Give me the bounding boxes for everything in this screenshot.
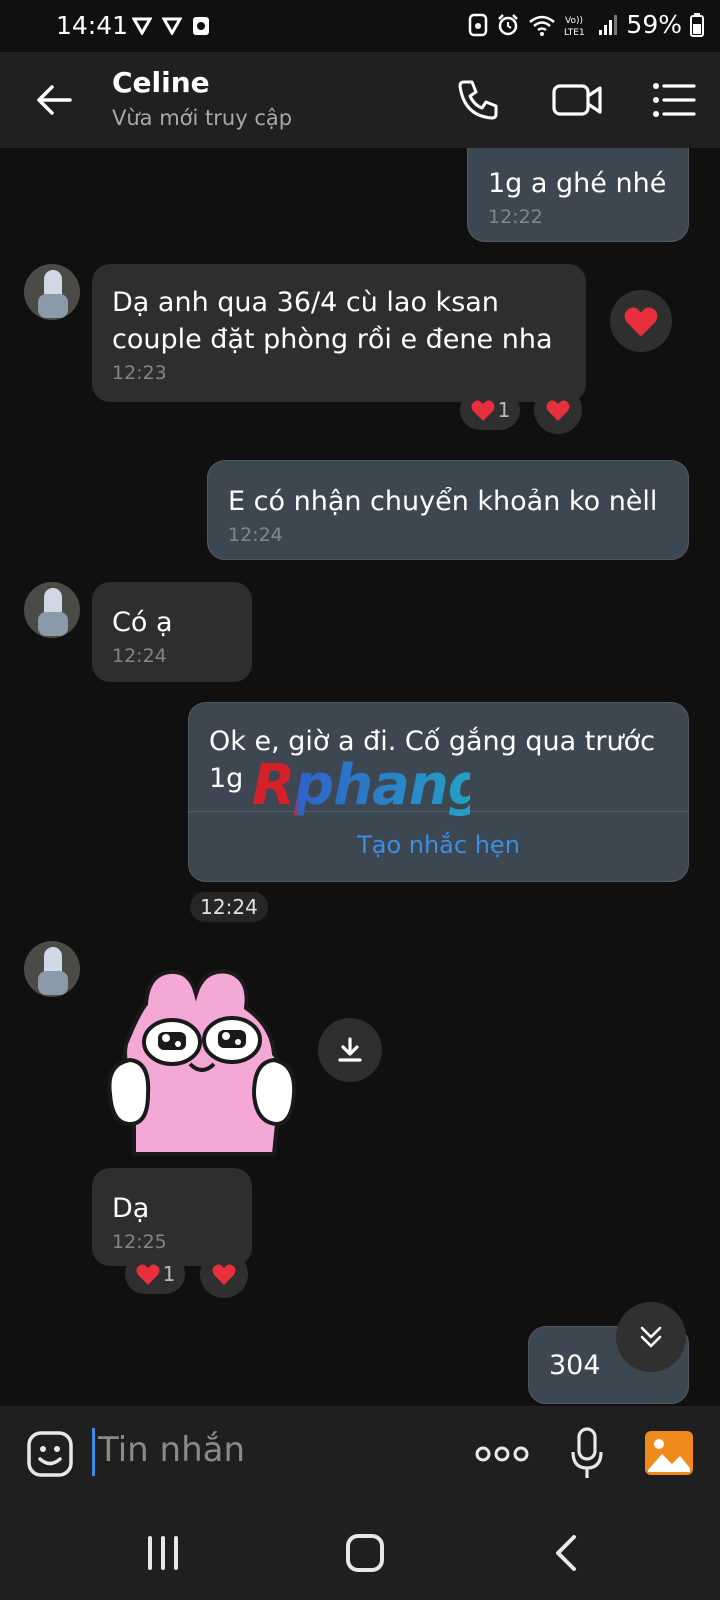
text-cursor: [92, 1428, 95, 1476]
create-reminder-link[interactable]: Tạo nhắc hẹn: [189, 831, 688, 859]
double-chevron-down-icon: [640, 1326, 662, 1348]
react-heart-button[interactable]: [534, 386, 582, 434]
notification-app-icon: [193, 17, 209, 35]
wifi-icon: [529, 15, 556, 36]
message-bubble-in[interactable]: Có ạ 12:24: [92, 582, 252, 682]
message-input-bar: Tin nhắn: [0, 1406, 720, 1504]
notification-icons: [132, 16, 210, 36]
phone-icon[interactable]: [452, 74, 504, 126]
heart-icon: [136, 1264, 160, 1285]
message-time: 12:23: [112, 362, 167, 384]
reaction-summary[interactable]: 1: [460, 390, 520, 430]
heart-icon: [212, 1264, 236, 1285]
battery-icon: [690, 12, 704, 37]
video-call-icon[interactable]: [550, 74, 606, 126]
microphone-icon[interactable]: [570, 1426, 604, 1480]
message-time: 12:25: [112, 1231, 167, 1253]
status-right: Vo)) LTE1 59%: [468, 10, 704, 39]
status-bar: 14:41 Vo)) LTE1 59%: [0, 0, 720, 52]
alarm-icon: [498, 13, 519, 35]
message-text: couple đặt phòng rồi e đene nha: [112, 324, 553, 355]
contact-avatar[interactable]: [24, 264, 80, 320]
pink-bunny-sticker[interactable]: [104, 964, 300, 1156]
heart-icon: [471, 400, 495, 421]
reaction-count: 1: [497, 398, 511, 422]
contact-status-text: Vừa mới truy cập: [112, 106, 293, 130]
svg-text:LTE1: LTE1: [564, 28, 585, 37]
message-bubble-out[interactable]: E có nhận chuyển khoản ko nèll 12:24: [207, 460, 689, 560]
watermark-logo: Rphang: [252, 753, 488, 818]
message-time: 12:24: [228, 524, 283, 546]
emoji-sticker-icon[interactable]: [26, 1430, 74, 1478]
message-text: Có ạ: [112, 607, 173, 638]
system-navigation-bar: [0, 1504, 720, 1600]
menu-list-icon[interactable]: [648, 74, 700, 126]
home-icon[interactable]: [340, 1528, 390, 1578]
heart-icon: [546, 400, 570, 421]
message-time: 12:24: [112, 645, 167, 667]
battery-percent: 59%: [626, 10, 682, 39]
reaction-count: 1: [162, 1262, 176, 1286]
contact-avatar[interactable]: [24, 941, 80, 997]
watermark: Rphang: [250, 753, 488, 833]
message-text: E có nhận chuyển khoản ko nèll: [228, 486, 658, 517]
message-text: Dạ anh qua 36/4 cù lao ksan: [112, 287, 499, 318]
message-text: 1g a ghé nhé: [488, 168, 667, 199]
scroll-to-bottom-button[interactable]: [616, 1302, 686, 1372]
message-bubble-in[interactable]: Dạ anh qua 36/4 cù lao ksan couple đặt p…: [92, 264, 586, 402]
svg-text:Rphang: Rphang: [252, 756, 470, 818]
notification-triangle-icon: [132, 17, 152, 35]
download-sticker-button[interactable]: [318, 1018, 382, 1082]
back-arrow-icon[interactable]: [30, 76, 78, 124]
svg-text:Vo)): Vo)): [565, 16, 583, 26]
message-text: Dạ: [112, 1193, 150, 1224]
image-gallery-icon[interactable]: [644, 1430, 694, 1476]
reaction-summary[interactable]: 1: [125, 1254, 185, 1294]
back-nav-icon[interactable]: [542, 1528, 592, 1578]
contact-avatar[interactable]: [24, 582, 80, 638]
message-time: 12:22: [488, 206, 543, 228]
recent-apps-icon[interactable]: [138, 1528, 188, 1578]
recycle-icon: [469, 13, 488, 36]
more-options-icon[interactable]: [474, 1440, 530, 1468]
download-icon: [338, 1037, 362, 1062]
status-time: 14:41: [56, 11, 129, 40]
notification-triangle-icon: [162, 17, 182, 35]
signal-icon: [599, 14, 618, 35]
message-bubble-out[interactable]: 1g a ghé nhé 12:22: [467, 130, 689, 242]
message-text: Ok e, giờ a đi. Cố gắng qua trước: [209, 726, 655, 757]
heart-icon: [624, 307, 658, 337]
react-heart-button[interactable]: [610, 290, 672, 352]
volte-icon: Vo)) LTE1: [564, 16, 585, 37]
message-input[interactable]: Tin nhắn: [98, 1430, 245, 1470]
react-heart-button[interactable]: [200, 1250, 248, 1298]
message-time-chip: 12:24: [190, 892, 268, 922]
contact-name-title[interactable]: Celine: [112, 66, 210, 99]
